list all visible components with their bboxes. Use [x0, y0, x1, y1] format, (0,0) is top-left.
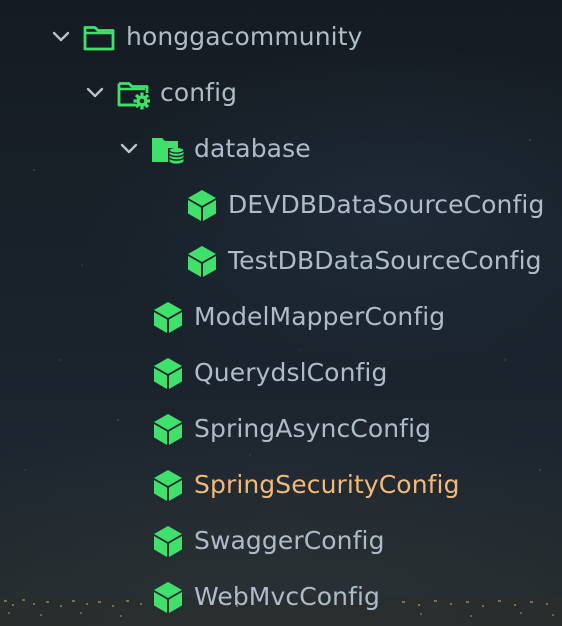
tree-node-class[interactable]: TestDBDataSourceConfig: [0, 233, 562, 289]
tree-node-label: config: [160, 78, 238, 107]
chevron-down-icon[interactable]: [49, 25, 73, 49]
tree-node-label: honggacommunity: [126, 22, 363, 51]
config-folder-icon: [117, 82, 150, 110]
class-cube-icon: [154, 302, 182, 333]
tree-node-label: QuerydslConfig: [194, 358, 388, 387]
tree-node-database[interactable]: database: [0, 121, 562, 177]
chevron-down-icon[interactable]: [117, 137, 141, 161]
tree-node-class[interactable]: DEVDBDataSourceConfig: [0, 177, 562, 233]
tree-node-label: WebMvcConfig: [194, 582, 381, 611]
class-cube-icon: [154, 414, 182, 445]
tree-node-class[interactable]: WebMvcConfig: [0, 569, 562, 625]
tree-node-class[interactable]: SpringSecurityConfig: [0, 457, 562, 513]
class-cube-icon: [188, 190, 216, 221]
class-cube-icon: [188, 246, 216, 277]
project-tree: honggacommunity config database DEVDBDat…: [0, 0, 562, 626]
tree-node-label: SwaggerConfig: [194, 526, 385, 555]
folder-icon: [83, 26, 115, 51]
class-cube-icon: [154, 470, 182, 501]
chevron-down-icon[interactable]: [83, 81, 107, 105]
tree-node-class[interactable]: ModelMapperConfig: [0, 289, 562, 345]
class-cube-icon: [154, 526, 182, 557]
tree-node-class[interactable]: QuerydslConfig: [0, 345, 562, 401]
tree-node-class[interactable]: SwaggerConfig: [0, 513, 562, 569]
tree-node-config[interactable]: config: [0, 65, 562, 121]
tree-node-label: database: [194, 134, 311, 163]
tree-node-label: ModelMapperConfig: [194, 302, 446, 331]
class-cube-icon: [154, 358, 182, 389]
tree-node-honggacommunity[interactable]: honggacommunity: [0, 9, 562, 65]
tree-node-label: TestDBDataSourceConfig: [228, 246, 542, 275]
class-cube-icon: [154, 582, 182, 613]
tree-node-class[interactable]: SpringAsyncConfig: [0, 401, 562, 457]
tree-node-label: SpringAsyncConfig: [194, 414, 432, 443]
tree-node-label: DEVDBDataSourceConfig: [228, 190, 545, 219]
tree-node-label: SpringSecurityConfig: [194, 470, 460, 499]
database-folder-icon: [152, 138, 184, 164]
